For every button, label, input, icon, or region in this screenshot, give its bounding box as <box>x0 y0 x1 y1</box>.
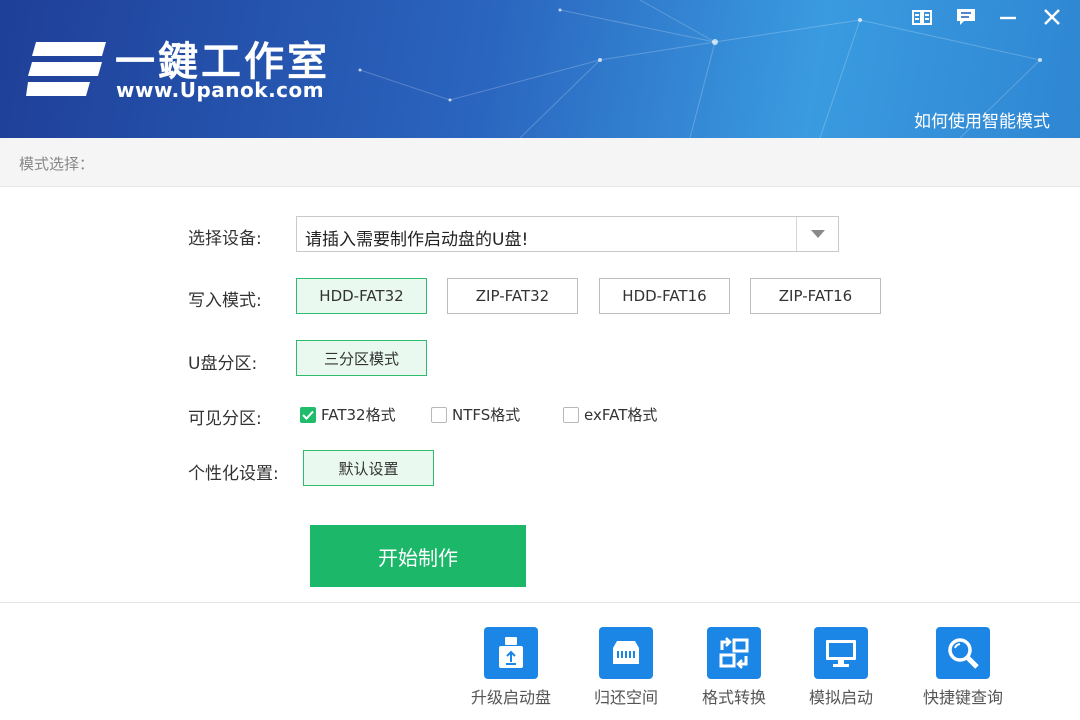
write-mode-hdd-fat16-button[interactable]: HDD-FAT16 <box>599 278 730 314</box>
usb-upgrade-icon <box>484 627 538 679</box>
fat32-format-checkbox[interactable]: FAT32格式 <box>300 404 396 425</box>
write-mode-zip-fat32-button[interactable]: ZIP-FAT32 <box>447 278 578 314</box>
monitor-icon <box>814 627 868 679</box>
minimize-icon[interactable] <box>996 6 1020 28</box>
feedback-message-icon[interactable] <box>954 6 978 28</box>
checkmark-icon <box>300 406 316 423</box>
brand-logo-icon <box>26 38 108 104</box>
write-mode-label: 写入模式: <box>188 291 262 311</box>
device-select[interactable]: 请插入需要制作启动盘的U盘! <box>296 216 839 252</box>
device-select-value: 请插入需要制作启动盘的U盘! <box>305 230 529 250</box>
mode-select-label: 模式选择： <box>19 155 95 173</box>
brand-url: www.Upanok.com <box>116 78 325 102</box>
partition-label: U盘分区: <box>188 354 258 374</box>
write-mode-hdd-fat32-button[interactable]: HDD-FAT32 <box>296 278 427 314</box>
device-label: 选择设备: <box>188 229 262 249</box>
memory-icon <box>599 627 653 679</box>
ntfs-format-checkbox[interactable]: NTFS格式 <box>431 404 520 425</box>
upgrade-boot-disk-tool[interactable]: 升级启动盘 <box>446 627 576 708</box>
close-icon[interactable] <box>1040 6 1064 28</box>
exfat-format-checkbox[interactable]: exFAT格式 <box>563 404 657 425</box>
search-icon <box>936 627 990 679</box>
simulate-boot-label: 模拟启动 <box>808 688 873 707</box>
exfat-format-label: exFAT格式 <box>584 406 658 424</box>
hotkey-query-tool[interactable]: 快捷键查询 <box>898 627 1028 708</box>
checkbox-empty-icon <box>563 406 579 423</box>
header-banner: 一鍵工作室 www.Upanok.com 如何使用智能模式 <box>0 0 1080 138</box>
visible-partition-label: 可见分区: <box>188 409 262 429</box>
checkbox-empty-icon <box>431 406 447 423</box>
manual-book-icon[interactable] <box>910 6 934 28</box>
upgrade-boot-disk-label: 升级启动盘 <box>470 688 551 707</box>
three-partition-mode-button[interactable]: 三分区模式 <box>296 340 427 376</box>
start-making-button[interactable]: 开始制作 <box>310 525 526 587</box>
hotkey-query-label: 快捷键查询 <box>922 688 1003 707</box>
write-mode-zip-fat16-button[interactable]: ZIP-FAT16 <box>750 278 881 314</box>
chevron-down-icon[interactable] <box>796 217 838 251</box>
default-settings-button[interactable]: 默认设置 <box>303 450 434 486</box>
simulate-boot-tool[interactable]: 模拟启动 <box>776 627 906 708</box>
mode-select-bar: 模式选择： <box>0 138 1080 187</box>
format-convert-icon <box>707 627 761 679</box>
ntfs-format-label: NTFS格式 <box>452 406 521 424</box>
divider <box>0 602 1080 603</box>
personalize-label: 个性化设置: <box>188 464 279 484</box>
help-smart-mode-link[interactable]: 如何使用智能模式 <box>914 107 1050 132</box>
fat32-format-label: FAT32格式 <box>321 406 396 424</box>
